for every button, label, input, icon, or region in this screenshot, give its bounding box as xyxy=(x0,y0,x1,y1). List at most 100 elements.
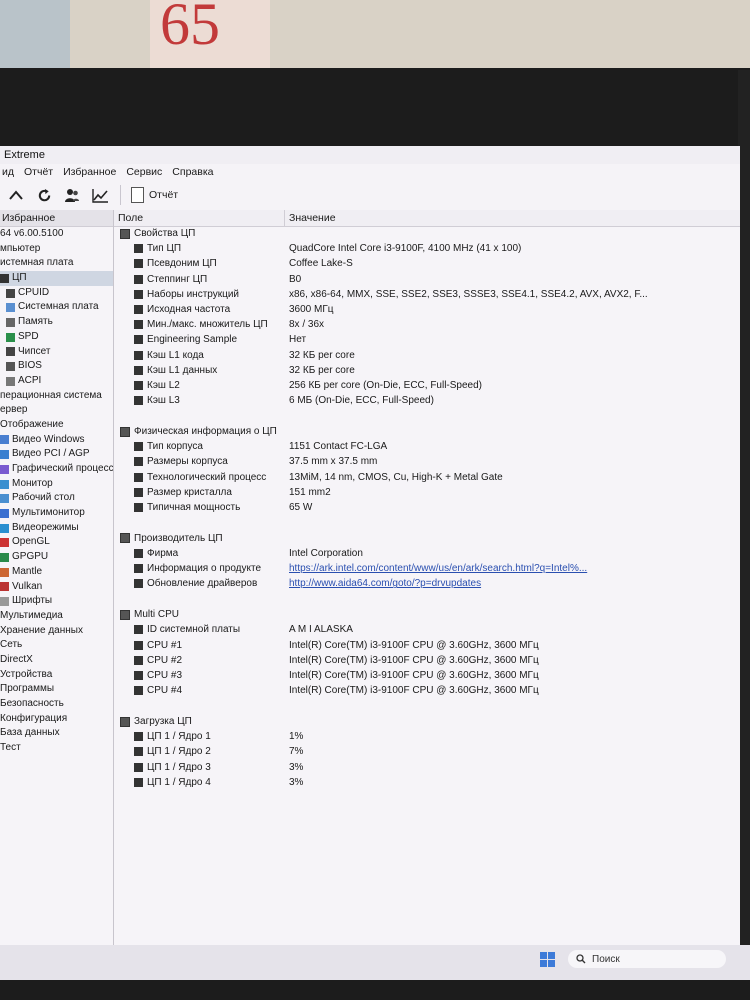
sidebar-item-icon xyxy=(0,494,9,504)
table-row[interactable]: Обновление драйверов http://www.aida64.co… xyxy=(114,578,740,593)
table-row[interactable]: ЦП 1 / Ядро 3 3% xyxy=(114,762,740,777)
sidebar-item[interactable]: Vulkan xyxy=(0,580,113,595)
sidebar-item[interactable]: CPUID xyxy=(0,286,113,301)
section-row[interactable]: Физическая информация о ЦП xyxy=(114,426,740,441)
menu-view[interactable]: ид xyxy=(2,164,14,180)
sidebar-item[interactable]: База данных xyxy=(0,726,113,741)
table-row[interactable]: Технологический процесс 13MiM, 14 nm, CMO… xyxy=(114,472,740,487)
sidebar-item[interactable]: Тест xyxy=(0,741,113,756)
sidebar-item[interactable]: Чипсет xyxy=(0,345,113,360)
table-row[interactable]: Типичная мощность 65 W xyxy=(114,502,740,517)
table-row[interactable]: ЦП 1 / Ядро 1 1% xyxy=(114,731,740,746)
table-row[interactable]: Псевдоним ЦП Coffee Lake-S xyxy=(114,258,740,273)
menu-favorites[interactable]: Избранное xyxy=(63,164,116,180)
refresh-icon[interactable] xyxy=(34,185,54,205)
sidebar-item[interactable]: перационная система xyxy=(0,389,113,404)
property-icon xyxy=(134,640,143,650)
windows-start-icon[interactable] xyxy=(540,952,556,968)
sidebar-item[interactable]: Рабочий стол xyxy=(0,491,113,506)
sidebar-item[interactable]: Графический процесс xyxy=(0,462,113,477)
value-cell: 7% xyxy=(289,746,304,758)
sidebar-item[interactable]: ACPI xyxy=(0,374,113,389)
sidebar-item-label: Графический процесс xyxy=(12,463,114,474)
table-row[interactable]: Engineering Sample Нет xyxy=(114,334,740,349)
value-cell: 32 КБ per core xyxy=(289,364,355,376)
table-row[interactable]: Тип ЦП QuadCore Intel Core i3-9100F, 4100… xyxy=(114,243,740,258)
column-field[interactable]: Поле xyxy=(114,210,285,226)
sidebar-item[interactable]: Шрифты xyxy=(0,594,113,609)
table-row[interactable]: Фирма Intel Corporation xyxy=(114,548,740,563)
table-row[interactable]: Степпинг ЦП B0 xyxy=(114,274,740,289)
toolbar-separator xyxy=(120,185,121,205)
sidebar-item[interactable]: Программы xyxy=(0,682,113,697)
table-row[interactable]: Размер кристалла 151 mm2 xyxy=(114,487,740,502)
table-row[interactable]: ЦП 1 / Ядро 2 7% xyxy=(114,746,740,761)
table-row[interactable]: CPU #1 Intel(R) Core(TM) i3-9100F CPU @ 3… xyxy=(114,640,740,655)
table-row[interactable]: CPU #3 Intel(R) Core(TM) i3-9100F CPU @ 3… xyxy=(114,670,740,685)
sidebar-header[interactable]: Избранное xyxy=(0,210,113,227)
chart-icon[interactable] xyxy=(90,185,110,205)
sidebar-item[interactable]: Видео Windows xyxy=(0,433,113,448)
taskbar-search[interactable]: Поиск xyxy=(568,950,726,968)
sidebar-item[interactable]: Системная плата xyxy=(0,300,113,315)
sidebar-item[interactable]: OpenGL xyxy=(0,535,113,550)
sidebar-item[interactable]: Безопасность xyxy=(0,697,113,712)
table-row[interactable]: Информация о продукте https://ark.intel.c… xyxy=(114,563,740,578)
sidebar-item[interactable]: ервер xyxy=(0,403,113,418)
menu-service[interactable]: Сервис xyxy=(126,164,162,180)
section-row[interactable]: Свойства ЦП xyxy=(114,228,740,243)
table-row[interactable]: CPU #2 Intel(R) Core(TM) i3-9100F CPU @ 3… xyxy=(114,655,740,670)
sidebar-item[interactable]: Мультимедиа xyxy=(0,609,113,624)
sidebar-item[interactable]: Видео PCI / AGP xyxy=(0,447,113,462)
table-row[interactable]: CPU #4 Intel(R) Core(TM) i3-9100F CPU @ 3… xyxy=(114,685,740,700)
sidebar-item[interactable]: Отображение xyxy=(0,418,113,433)
section-row[interactable]: Multi CPU xyxy=(114,609,740,624)
sidebar-item[interactable]: Конфигурация xyxy=(0,712,113,727)
sidebar-item[interactable]: Устройства xyxy=(0,668,113,683)
sidebar-item-label: CPUID xyxy=(18,286,50,298)
table-row[interactable]: Исходная частота 3600 МГц xyxy=(114,304,740,319)
table-row[interactable]: Кэш L2 256 КБ per core (On-Die, ECC, Full… xyxy=(114,380,740,395)
table-row[interactable]: Размеры корпуса 37.5 mm x 37.5 mm xyxy=(114,456,740,471)
sidebar-item-label: Устройства xyxy=(0,668,53,680)
up-icon[interactable] xyxy=(6,185,26,205)
table-row[interactable]: Наборы инструкций x86, x86-64, MMX, SSE, … xyxy=(114,289,740,304)
sidebar-item[interactable]: Монитор xyxy=(0,477,113,492)
menu-help[interactable]: Справка xyxy=(172,164,213,180)
field-cell: Наборы инструкций xyxy=(134,289,239,300)
value-link[interactable]: https://ark.intel.com/content/www/us/en/… xyxy=(289,563,587,574)
value-cell: 6 МБ (On-Die, ECC, Full-Speed) xyxy=(289,395,434,407)
table-row[interactable]: ЦП 1 / Ядро 4 3% xyxy=(114,777,740,792)
table-row[interactable]: Тип корпуса 1151 Contact FC-LGA xyxy=(114,441,740,456)
sidebar-item[interactable]: Видеорежимы xyxy=(0,521,113,536)
sidebar-item[interactable]: Мультимонитор xyxy=(0,506,113,521)
report-button[interactable]: Отчёт xyxy=(131,187,178,203)
sidebar-item[interactable]: BIOS xyxy=(0,359,113,374)
value-link[interactable]: http://www.aida64.com/goto/?p=drvupdates xyxy=(289,578,481,589)
sidebar-item[interactable]: ЦП xyxy=(0,271,113,286)
table-row[interactable]: Кэш L1 кода 32 КБ per core xyxy=(114,350,740,365)
sidebar-item[interactable]: Хранение данных xyxy=(0,624,113,639)
table-row[interactable]: ID системной платы A M I ALASKA xyxy=(114,624,740,639)
sidebar-item[interactable]: GPGPU xyxy=(0,550,113,565)
property-icon xyxy=(134,671,143,680)
value-cell: B0 xyxy=(289,273,302,285)
sidebar-item[interactable]: мпьютер xyxy=(0,242,113,257)
users-icon[interactable] xyxy=(62,185,82,205)
table-row[interactable]: Кэш L3 6 МБ (On-Die, ECC, Full-Speed) xyxy=(114,395,740,410)
sidebar-item[interactable]: 64 v6.00.5100 xyxy=(0,227,113,242)
sidebar-item[interactable]: Память xyxy=(0,315,113,330)
section-row[interactable]: Производитель ЦП xyxy=(114,533,740,548)
sidebar-item[interactable]: Mantle xyxy=(0,565,113,580)
sidebar-item[interactable]: истемная плата xyxy=(0,256,113,271)
monitor-bottom-bezel xyxy=(0,980,750,1000)
sidebar-item[interactable]: SPD xyxy=(0,330,113,345)
table-row[interactable]: Кэш L1 данных 32 КБ per core xyxy=(114,365,740,380)
column-value[interactable]: Значение xyxy=(285,210,336,226)
table-row[interactable]: Мин./макс. множитель ЦП 8x / 36x xyxy=(114,319,740,334)
menu-report[interactable]: Отчёт xyxy=(24,164,53,180)
sidebar-item[interactable]: Сеть xyxy=(0,638,113,653)
sidebar-item-icon xyxy=(6,376,15,386)
sidebar-item[interactable]: DirectX xyxy=(0,653,113,668)
section-row[interactable]: Загрузка ЦП xyxy=(114,716,740,731)
